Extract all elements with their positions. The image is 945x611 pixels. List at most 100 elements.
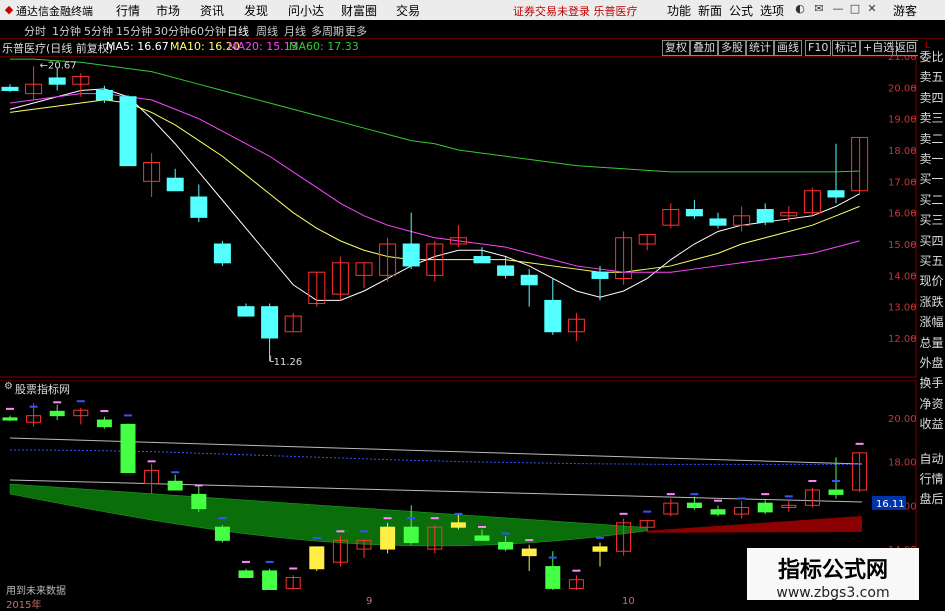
kline-chart[interactable]: 21.00 20.00 19.00 18.00 17.00 16.00 15.00 14.00… [0,56,918,378]
sub-body-8 [191,493,207,510]
sidebar-item-9[interactable]: 买四 [918,232,945,249]
candle-body-17 [402,243,420,267]
menu-zixun[interactable]: 资讯 [200,2,224,19]
sidebar-item-2[interactable]: 卖四 [918,89,945,106]
huaxian-button[interactable]: 画线 [774,40,802,56]
period-month[interactable]: 月线 [284,23,306,39]
sidebar-item-19[interactable]: 自动 [918,450,945,467]
period-15min[interactable]: 15分钟 [116,23,152,39]
chart-toolbar: 乐普医疗(日线 前复权) MA5: 16.67 MA10: 16.20 MA20… [0,38,945,57]
f10-button[interactable]: F10 [805,40,832,56]
sub-y-tick-0: 20.00 [888,414,917,425]
mail-icon[interactable]: ✉ [812,2,826,16]
sidebar-item-0[interactable]: 委比 [918,48,945,65]
fanhui-button[interactable]: 返回 [892,40,920,56]
sub-marker-16 [383,517,392,520]
sub-body-21 [498,542,514,550]
sidebar-item-12[interactable]: 涨跌 [918,293,945,310]
menu-hangqing[interactable]: 行情 [116,2,140,19]
period-day[interactable]: 日线 [227,23,249,39]
channel-upper-line [9,437,863,465]
close-icon[interactable]: ✕ [865,2,879,16]
menu-xinmian[interactable]: 新面 [698,2,722,19]
maximize-icon[interactable]: □ [848,2,862,16]
candle-body-8 [190,196,208,218]
app-logo-icon: ◆ [4,3,14,16]
menu-xuanxiang[interactable]: 选项 [760,2,784,19]
title-bar: ◆ 通达信金融终端 行情 市场 资讯 发现 问小达 财富圈 交易 证券交易未登录… [0,0,945,20]
sidebar-item-4[interactable]: 卖二 [918,130,945,147]
chart-info: 乐普医疗(日线 前复权) [2,42,114,55]
menu-shichang[interactable]: 市场 [156,2,180,19]
candle-body-23 [544,299,562,333]
sub-body-32 [757,502,773,513]
sidebar-item-17[interactable]: 净资 [918,395,945,412]
fuquan-button[interactable]: 复权 [662,40,690,56]
sub-value-tag: 16.11 [876,499,905,510]
period-30min[interactable]: 30分钟 [154,23,190,39]
ma5-label: MA5: 16.67 [106,40,169,53]
sidebar-item-14[interactable]: 总量 [918,334,945,351]
sidebar-item-11[interactable]: 现价 [918,272,945,289]
sidebar-item-6[interactable]: 买一 [918,170,945,187]
indicator-gear-icon[interactable]: ⚙ [4,381,13,392]
tongji-button[interactable]: 统计 [746,40,774,56]
sub-dotted-line [10,449,860,465]
minimize-icon[interactable]: — [831,2,845,16]
period-week[interactable]: 周线 [256,23,278,39]
candle-body-7 [166,177,184,192]
sub-marker-20 [478,525,486,528]
sub-body-19 [450,522,466,528]
sub-marker-23 [548,556,557,559]
sub-marker-19 [454,512,463,515]
sidebar-item-5[interactable]: 卖一 [918,150,945,167]
guest-label[interactable]: 游客 [893,2,917,19]
sub-marker-6 [147,460,156,463]
period-multi[interactable]: 多周期 [311,23,344,39]
period-bar: 分时 1分钟 5分钟 15分钟 30分钟 60分钟 日线 周线 月线 多周期 更… [0,20,945,39]
sub-body-13 [309,546,325,570]
period-60min[interactable]: 60分钟 [190,23,226,39]
sidebar-item-15[interactable]: 外盘 [918,354,945,371]
diejia-button[interactable]: 叠加 [690,40,718,56]
period-more[interactable]: 更多 [345,23,367,39]
sidebar-item-16[interactable]: 换手 [918,374,945,391]
sidebar-item-3[interactable]: 卖三 [918,109,945,126]
sub-marker-1 [29,405,38,408]
sub-marker-28 [666,493,675,496]
menu-jiaoyi[interactable]: 交易 [396,2,420,19]
menu-wenxiaoda[interactable]: 问小达 [288,2,324,19]
skin-icon[interactable]: ◐ [793,2,807,16]
menu-faxian[interactable]: 发现 [244,2,268,19]
period-1min[interactable]: 1分钟 [52,23,81,39]
sidebar-item-7[interactable]: 买二 [918,191,945,208]
period-5min[interactable]: 5分钟 [84,23,113,39]
menu-gongshi[interactable]: 公式 [729,2,753,19]
sub-marker-7 [171,471,180,474]
ma60-line [10,58,860,173]
sub-body-17 [403,526,419,544]
sub-marker-12 [289,567,298,570]
watermark: 指标公式网 www.zbgs3.com [747,548,919,601]
sub-marker-17 [407,517,416,520]
main-y-tick-4: 17.00 [888,177,917,188]
sidebar-item-20[interactable]: 行情 [918,470,945,487]
menu-caifuquan[interactable]: 财富圈 [341,2,377,19]
candle-body-11 [261,306,279,339]
sidebar-item-1[interactable]: 卖五 [918,68,945,85]
sub-marker-5 [124,414,132,417]
sidebar-item-8[interactable]: 买三 [918,211,945,228]
sidebar-item-21[interactable]: 盘后 [918,490,945,507]
sidebar-item-13[interactable]: 涨幅 [918,313,945,330]
duogu-button[interactable]: 多股 [718,40,746,56]
biaoji-button[interactable]: 标记 [832,40,860,56]
main-y-tick-5: 16.00 [888,209,917,220]
candle-body-4 [95,89,113,101]
sidebar-item-18[interactable]: 收益 [918,415,945,432]
sidebar-item-10[interactable]: 买五 [918,252,945,269]
candle-body-2 [48,77,66,85]
period-fenshi[interactable]: 分时 [24,23,46,39]
ma60-label: MA60: 17.33 [289,40,359,53]
menu-gongneng[interactable]: 功能 [667,2,691,19]
sub-marker-27 [643,510,652,513]
